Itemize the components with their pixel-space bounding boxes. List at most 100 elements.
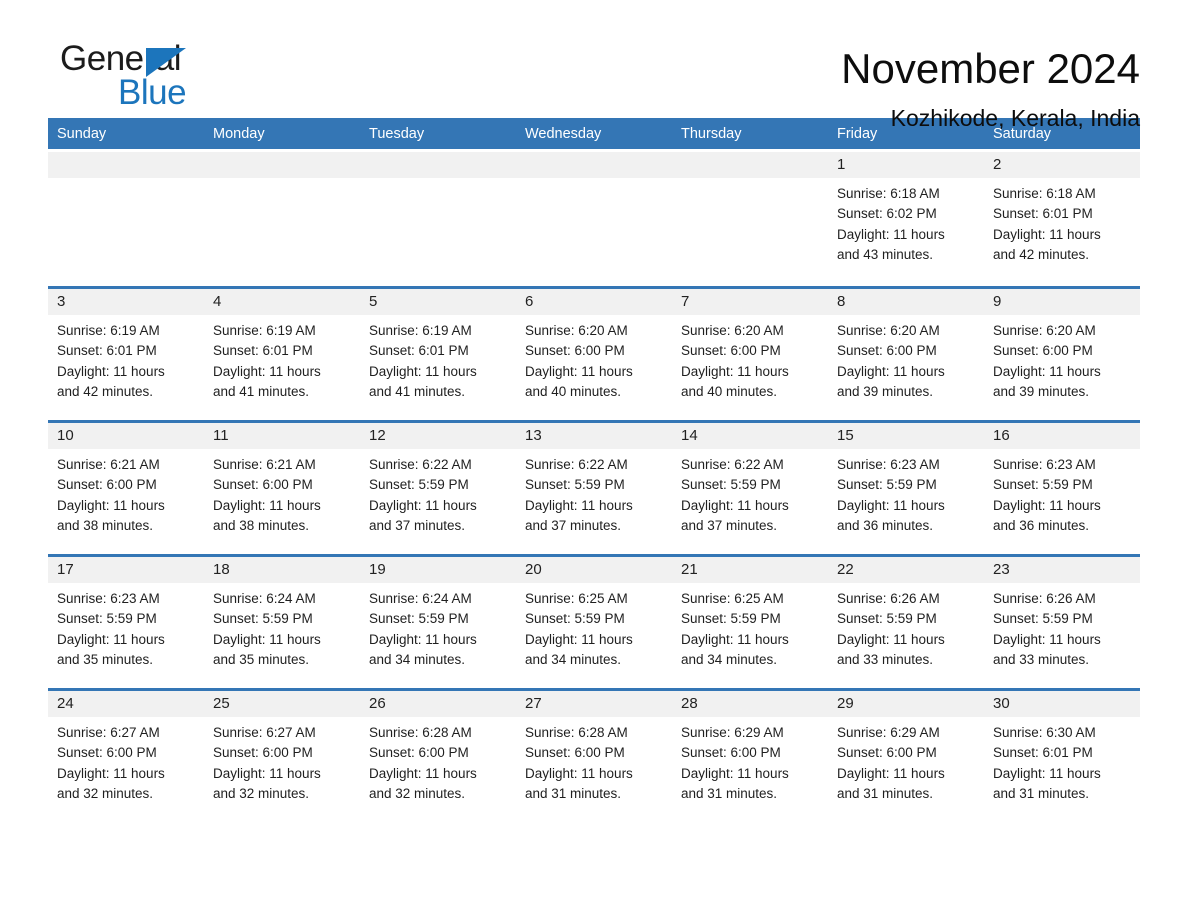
day-details: Sunrise: 6:21 AM Sunset: 6:00 PM Daylight:… — [204, 449, 360, 536]
sunset-text: Sunset: 6:01 PM — [993, 745, 1093, 761]
sunset-text: Sunset: 5:59 PM — [681, 477, 781, 493]
day-details: Sunrise: 6:24 AM Sunset: 5:59 PM Daylight:… — [204, 583, 360, 670]
sunrise-text: Sunrise: 6:29 AM — [837, 725, 940, 740]
calendar-day-cell[interactable]: 22 Sunrise: 6:26 AM Sunset: 5:59 PM Dayligh… — [828, 557, 984, 680]
daylight-text-line1: Daylight: 11 hours — [837, 226, 945, 242]
calendar-day-cell[interactable]: 18 Sunrise: 6:24 AM Sunset: 5:59 PM Dayligh… — [204, 557, 360, 680]
calendar-day-cell[interactable]: 7 Sunrise: 6:20 AM Sunset: 6:00 PM Daylight… — [672, 289, 828, 412]
sunset-text: Sunset: 6:00 PM — [525, 745, 625, 761]
daylight-text-line1: Daylight: 11 hours — [993, 226, 1101, 242]
daylight-text-line1: Daylight: 11 hours — [525, 631, 633, 647]
daylight-text-line1: Daylight: 11 hours — [837, 765, 945, 781]
day-number: 5 — [360, 289, 516, 315]
calendar-day-cell[interactable]: 25 Sunrise: 6:27 AM Sunset: 6:00 PM Dayligh… — [204, 691, 360, 814]
daylight-text-line1: Daylight: 11 hours — [369, 497, 477, 513]
calendar-day-cell[interactable]: 11 Sunrise: 6:21 AM Sunset: 6:00 PM Dayligh… — [204, 423, 360, 546]
sunrise-text: Sunrise: 6:19 AM — [213, 323, 316, 338]
daylight-text-line1: Daylight: 11 hours — [213, 631, 321, 647]
sunset-text: Sunset: 6:00 PM — [57, 477, 157, 493]
calendar-day-cell[interactable]: 17 Sunrise: 6:23 AM Sunset: 5:59 PM Dayligh… — [48, 557, 204, 680]
sunrise-text: Sunrise: 6:24 AM — [213, 591, 316, 606]
calendar-weeks: 1 Sunrise: 6:18 AM Sunset: 6:02 PM Daylight… — [48, 152, 1140, 814]
day-number: 18 — [204, 557, 360, 583]
day-number: 26 — [360, 691, 516, 717]
calendar-day-cell[interactable]: 30 Sunrise: 6:30 AM Sunset: 6:01 PM Dayligh… — [984, 691, 1140, 814]
sunrise-text: Sunrise: 6:23 AM — [993, 457, 1096, 472]
day-number — [516, 152, 672, 178]
daylight-text-line2: and 34 minutes. — [681, 651, 778, 667]
calendar-day-cell[interactable]: 10 Sunrise: 6:21 AM Sunset: 6:00 PM Dayligh… — [48, 423, 204, 546]
day-number: 16 — [984, 423, 1140, 449]
sunrise-text: Sunrise: 6:20 AM — [681, 323, 784, 338]
daylight-text-line1: Daylight: 11 hours — [369, 363, 477, 379]
day-number: 25 — [204, 691, 360, 717]
day-details: Sunrise: 6:20 AM Sunset: 6:00 PM Daylight:… — [984, 315, 1140, 402]
calendar-day-cell[interactable]: 4 Sunrise: 6:19 AM Sunset: 6:01 PM Daylight… — [204, 289, 360, 412]
daylight-text-line1: Daylight: 11 hours — [57, 363, 165, 379]
general-blue-logo: General Blue — [48, 40, 248, 114]
calendar-day-cell[interactable]: 5 Sunrise: 6:19 AM Sunset: 6:01 PM Daylight… — [360, 289, 516, 412]
calendar-day-cell[interactable]: 27 Sunrise: 6:28 AM Sunset: 6:00 PM Dayligh… — [516, 691, 672, 814]
calendar-day-cell[interactable]: 20 Sunrise: 6:25 AM Sunset: 5:59 PM Dayligh… — [516, 557, 672, 680]
calendar-week-row: 10 Sunrise: 6:21 AM Sunset: 6:00 PM Dayligh… — [48, 420, 1140, 546]
calendar-day-cell[interactable]: 16 Sunrise: 6:23 AM Sunset: 5:59 PM Dayligh… — [984, 423, 1140, 546]
calendar-day-cell[interactable]: 28 Sunrise: 6:29 AM Sunset: 6:00 PM Dayligh… — [672, 691, 828, 814]
calendar-day-cell[interactable]: 6 Sunrise: 6:20 AM Sunset: 6:00 PM Daylight… — [516, 289, 672, 412]
sunrise-text: Sunrise: 6:23 AM — [837, 457, 940, 472]
calendar-day-cell[interactable]: 1 Sunrise: 6:18 AM Sunset: 6:02 PM Daylight… — [828, 152, 984, 278]
calendar-day-cell[interactable]: 8 Sunrise: 6:20 AM Sunset: 6:00 PM Daylight… — [828, 289, 984, 412]
daylight-text-line1: Daylight: 11 hours — [837, 363, 945, 379]
daylight-text-line1: Daylight: 11 hours — [993, 765, 1101, 781]
daylight-text-line2: and 34 minutes. — [369, 651, 466, 667]
day-details: Sunrise: 6:20 AM Sunset: 6:00 PM Daylight:… — [516, 315, 672, 402]
day-number: 23 — [984, 557, 1140, 583]
daylight-text-line2: and 40 minutes. — [525, 383, 622, 399]
weekday-header-friday: Friday — [837, 125, 878, 142]
daylight-text-line1: Daylight: 11 hours — [993, 363, 1101, 379]
day-number — [204, 152, 360, 178]
page-title: November 2024 — [841, 45, 1140, 92]
calendar-day-cell[interactable]: 26 Sunrise: 6:28 AM Sunset: 6:00 PM Dayligh… — [360, 691, 516, 814]
day-number: 24 — [48, 691, 204, 717]
daylight-text-line2: and 38 minutes. — [213, 517, 310, 533]
sunrise-text: Sunrise: 6:19 AM — [369, 323, 472, 338]
sunset-text: Sunset: 5:59 PM — [681, 611, 781, 627]
sunset-text: Sunset: 5:59 PM — [837, 477, 937, 493]
day-number — [48, 152, 204, 178]
calendar-day-cell[interactable]: 13 Sunrise: 6:22 AM Sunset: 5:59 PM Dayligh… — [516, 423, 672, 546]
sunset-text: Sunset: 5:59 PM — [369, 611, 469, 627]
day-number: 12 — [360, 423, 516, 449]
calendar-day-cell[interactable]: 12 Sunrise: 6:22 AM Sunset: 5:59 PM Dayligh… — [360, 423, 516, 546]
calendar-day-cell[interactable]: 9 Sunrise: 6:20 AM Sunset: 6:00 PM Daylight… — [984, 289, 1140, 412]
day-number: 3 — [48, 289, 204, 315]
day-number: 29 — [828, 691, 984, 717]
calendar-day-cell[interactable]: 2 Sunrise: 6:18 AM Sunset: 6:01 PM Daylight… — [984, 152, 1140, 278]
calendar-day-cell[interactable]: 3 Sunrise: 6:19 AM Sunset: 6:01 PM Daylight… — [48, 289, 204, 412]
day-number: 20 — [516, 557, 672, 583]
day-details: Sunrise: 6:19 AM Sunset: 6:01 PM Daylight:… — [48, 315, 204, 402]
daylight-text-line2: and 33 minutes. — [993, 651, 1090, 667]
day-number: 10 — [48, 423, 204, 449]
calendar-day-cell[interactable]: 24 Sunrise: 6:27 AM Sunset: 6:00 PM Dayligh… — [48, 691, 204, 814]
sunset-text: Sunset: 5:59 PM — [369, 477, 469, 493]
daylight-text-line1: Daylight: 11 hours — [525, 363, 633, 379]
daylight-text-line1: Daylight: 11 hours — [837, 497, 945, 513]
daylight-text-line2: and 37 minutes. — [681, 517, 778, 533]
sunset-text: Sunset: 5:59 PM — [993, 477, 1093, 493]
calendar-day-cell[interactable]: 23 Sunrise: 6:26 AM Sunset: 5:59 PM Dayligh… — [984, 557, 1140, 680]
calendar-day-cell[interactable]: 14 Sunrise: 6:22 AM Sunset: 5:59 PM Dayligh… — [672, 423, 828, 546]
title-block: November 2024 Kozhikode, Kerala, India — [841, 40, 1140, 132]
sunset-text: Sunset: 6:01 PM — [213, 343, 313, 359]
calendar-day-cell[interactable]: 29 Sunrise: 6:29 AM Sunset: 6:00 PM Dayligh… — [828, 691, 984, 814]
daylight-text-line2: and 42 minutes. — [57, 383, 154, 399]
calendar-day-cell[interactable]: 19 Sunrise: 6:24 AM Sunset: 5:59 PM Dayligh… — [360, 557, 516, 680]
daylight-text-line1: Daylight: 11 hours — [57, 765, 165, 781]
daylight-text-line1: Daylight: 11 hours — [213, 497, 321, 513]
calendar-day-cell[interactable]: 15 Sunrise: 6:23 AM Sunset: 5:59 PM Dayligh… — [828, 423, 984, 546]
sunset-text: Sunset: 6:00 PM — [57, 745, 157, 761]
daylight-text-line2: and 32 minutes. — [57, 785, 154, 801]
sunset-text: Sunset: 5:59 PM — [57, 611, 157, 627]
day-details: Sunrise: 6:23 AM Sunset: 5:59 PM Daylight:… — [48, 583, 204, 670]
day-number: 7 — [672, 289, 828, 315]
calendar-day-cell[interactable]: 21 Sunrise: 6:25 AM Sunset: 5:59 PM Dayligh… — [672, 557, 828, 680]
